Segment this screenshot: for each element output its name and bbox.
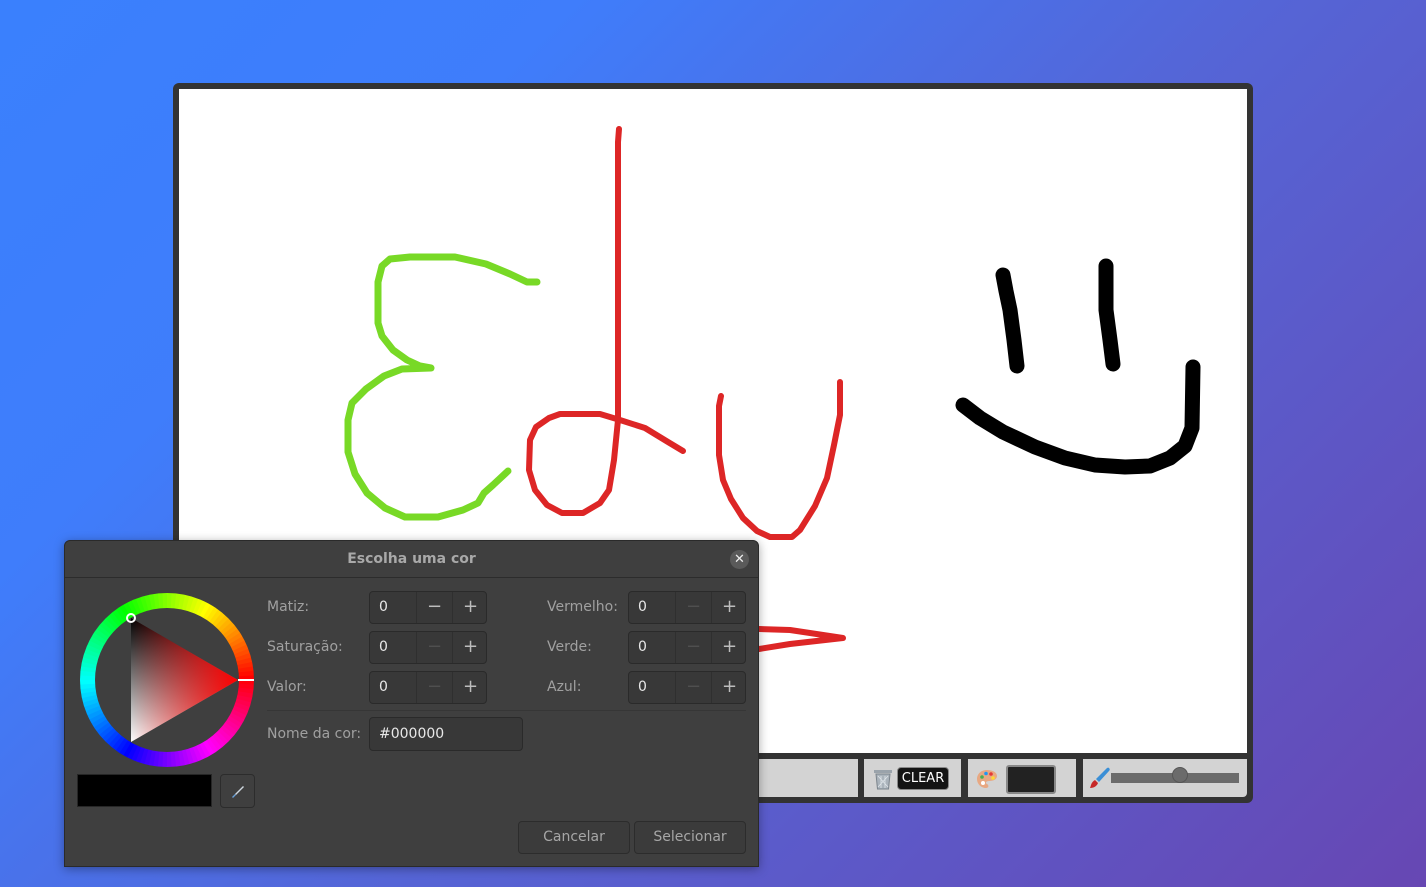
blue-label: Azul: <box>547 679 582 695</box>
value-spinner[interactable]: 0 − + <box>369 671 487 704</box>
dialog-title: Escolha uma cor <box>347 551 476 567</box>
value-value[interactable]: 0 <box>379 672 388 703</box>
select-button[interactable]: Selecionar <box>634 821 746 854</box>
brush-icon <box>1090 767 1110 788</box>
selected-color-preview <box>77 774 212 807</box>
blue-decrement-button[interactable]: − <box>675 672 711 703</box>
color-name-input[interactable]: #000000 <box>369 717 523 751</box>
value-decrement-button[interactable]: − <box>416 672 452 703</box>
hsv-color-wheel[interactable] <box>78 591 258 771</box>
clear-button[interactable]: CLEAR <box>897 767 949 790</box>
trash-icon[interactable] <box>873 768 893 790</box>
stroke-arrow-tip <box>756 626 846 652</box>
current-color-swatch[interactable] <box>1006 765 1056 794</box>
stroke-letter-d <box>526 126 686 516</box>
stroke-letter-u <box>716 379 843 540</box>
color-chooser-dialog: Escolha uma cor ✕ Matiz: 0 − + Saturação… <box>64 540 759 867</box>
stroke-letter-E <box>344 253 541 521</box>
saturation-decrement-button[interactable]: − <box>416 632 452 663</box>
palette-icon[interactable] <box>976 769 998 789</box>
hue-increment-button[interactable]: + <box>452 592 488 623</box>
hue-label: Matiz: <box>267 599 310 615</box>
blue-value[interactable]: 0 <box>638 672 647 703</box>
blue-increment-button[interactable]: + <box>711 672 747 703</box>
dialog-header: Escolha uma cor ✕ <box>65 541 758 578</box>
red-value[interactable]: 0 <box>638 592 647 623</box>
stroke-smiley-right-eye <box>1098 258 1121 372</box>
saturation-spinner[interactable]: 0 − + <box>369 631 487 664</box>
green-value[interactable]: 0 <box>638 632 647 663</box>
green-label: Verde: <box>547 639 592 655</box>
cancel-button[interactable]: Cancelar <box>518 821 630 854</box>
clear-panel: CLEAR <box>864 759 961 797</box>
brush-size-slider-thumb[interactable] <box>1172 767 1189 783</box>
saturation-label: Saturação: <box>267 639 343 655</box>
brush-panel <box>1083 759 1247 797</box>
green-spinner[interactable]: 0 − + <box>628 631 746 664</box>
red-increment-button[interactable]: + <box>711 592 747 623</box>
saturation-value[interactable]: 0 <box>379 632 388 663</box>
color-panel <box>968 759 1076 797</box>
saturation-increment-button[interactable]: + <box>452 632 488 663</box>
hue-value[interactable]: 0 <box>379 592 388 623</box>
stroke-smiley-mouth <box>955 359 1201 475</box>
hue-spinner[interactable]: 0 − + <box>369 591 487 624</box>
red-label: Vermelho: <box>547 599 618 615</box>
value-label: Valor: <box>267 679 307 695</box>
color-name-label: Nome da cor: <box>267 726 362 742</box>
green-decrement-button[interactable]: − <box>675 632 711 663</box>
close-icon[interactable]: ✕ <box>730 550 749 569</box>
red-spinner[interactable]: 0 − + <box>628 591 746 624</box>
green-increment-button[interactable]: + <box>711 632 747 663</box>
stroke-smiley-left-eye <box>995 267 1025 374</box>
blue-spinner[interactable]: 0 − + <box>628 671 746 704</box>
hue-decrement-button[interactable]: − <box>416 592 452 623</box>
eyedropper-button[interactable] <box>220 774 255 808</box>
eyedropper-icon <box>232 786 244 798</box>
separator <box>267 710 746 711</box>
value-increment-button[interactable]: + <box>452 672 488 703</box>
red-decrement-button[interactable]: − <box>675 592 711 623</box>
